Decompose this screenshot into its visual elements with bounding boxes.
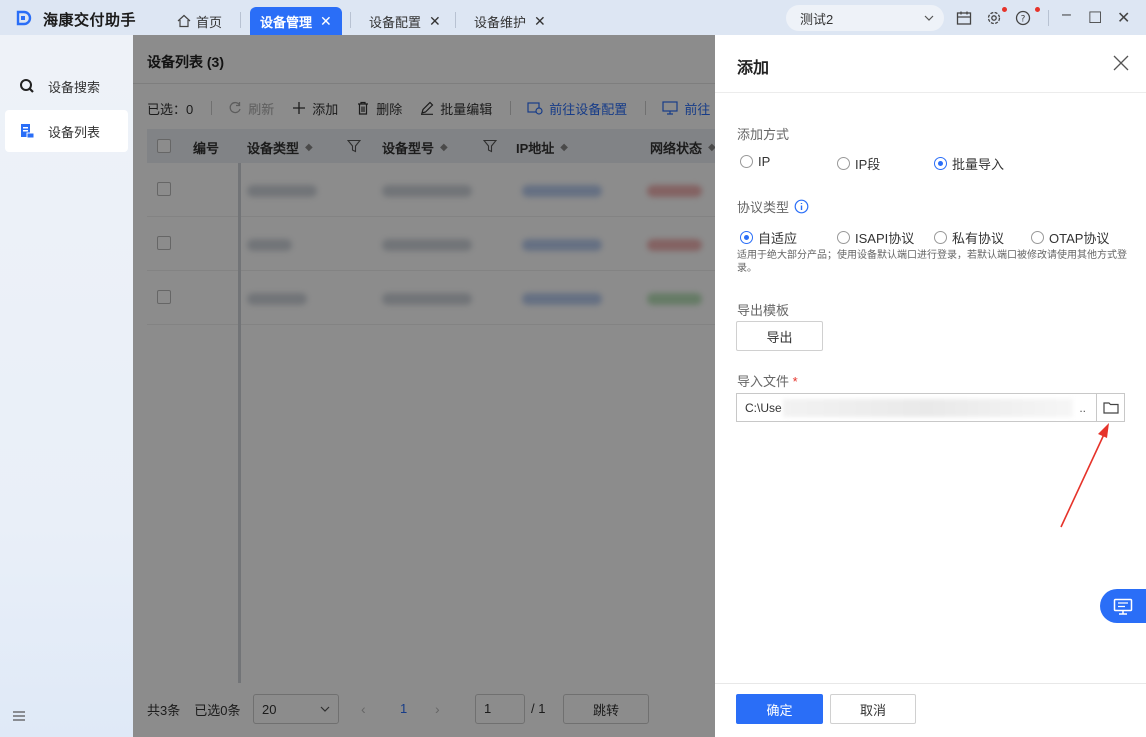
annotation-arrow — [1060, 423, 1109, 528]
monitor-icon — [1113, 598, 1133, 615]
remote-assist-button[interactable] — [1100, 589, 1146, 623]
